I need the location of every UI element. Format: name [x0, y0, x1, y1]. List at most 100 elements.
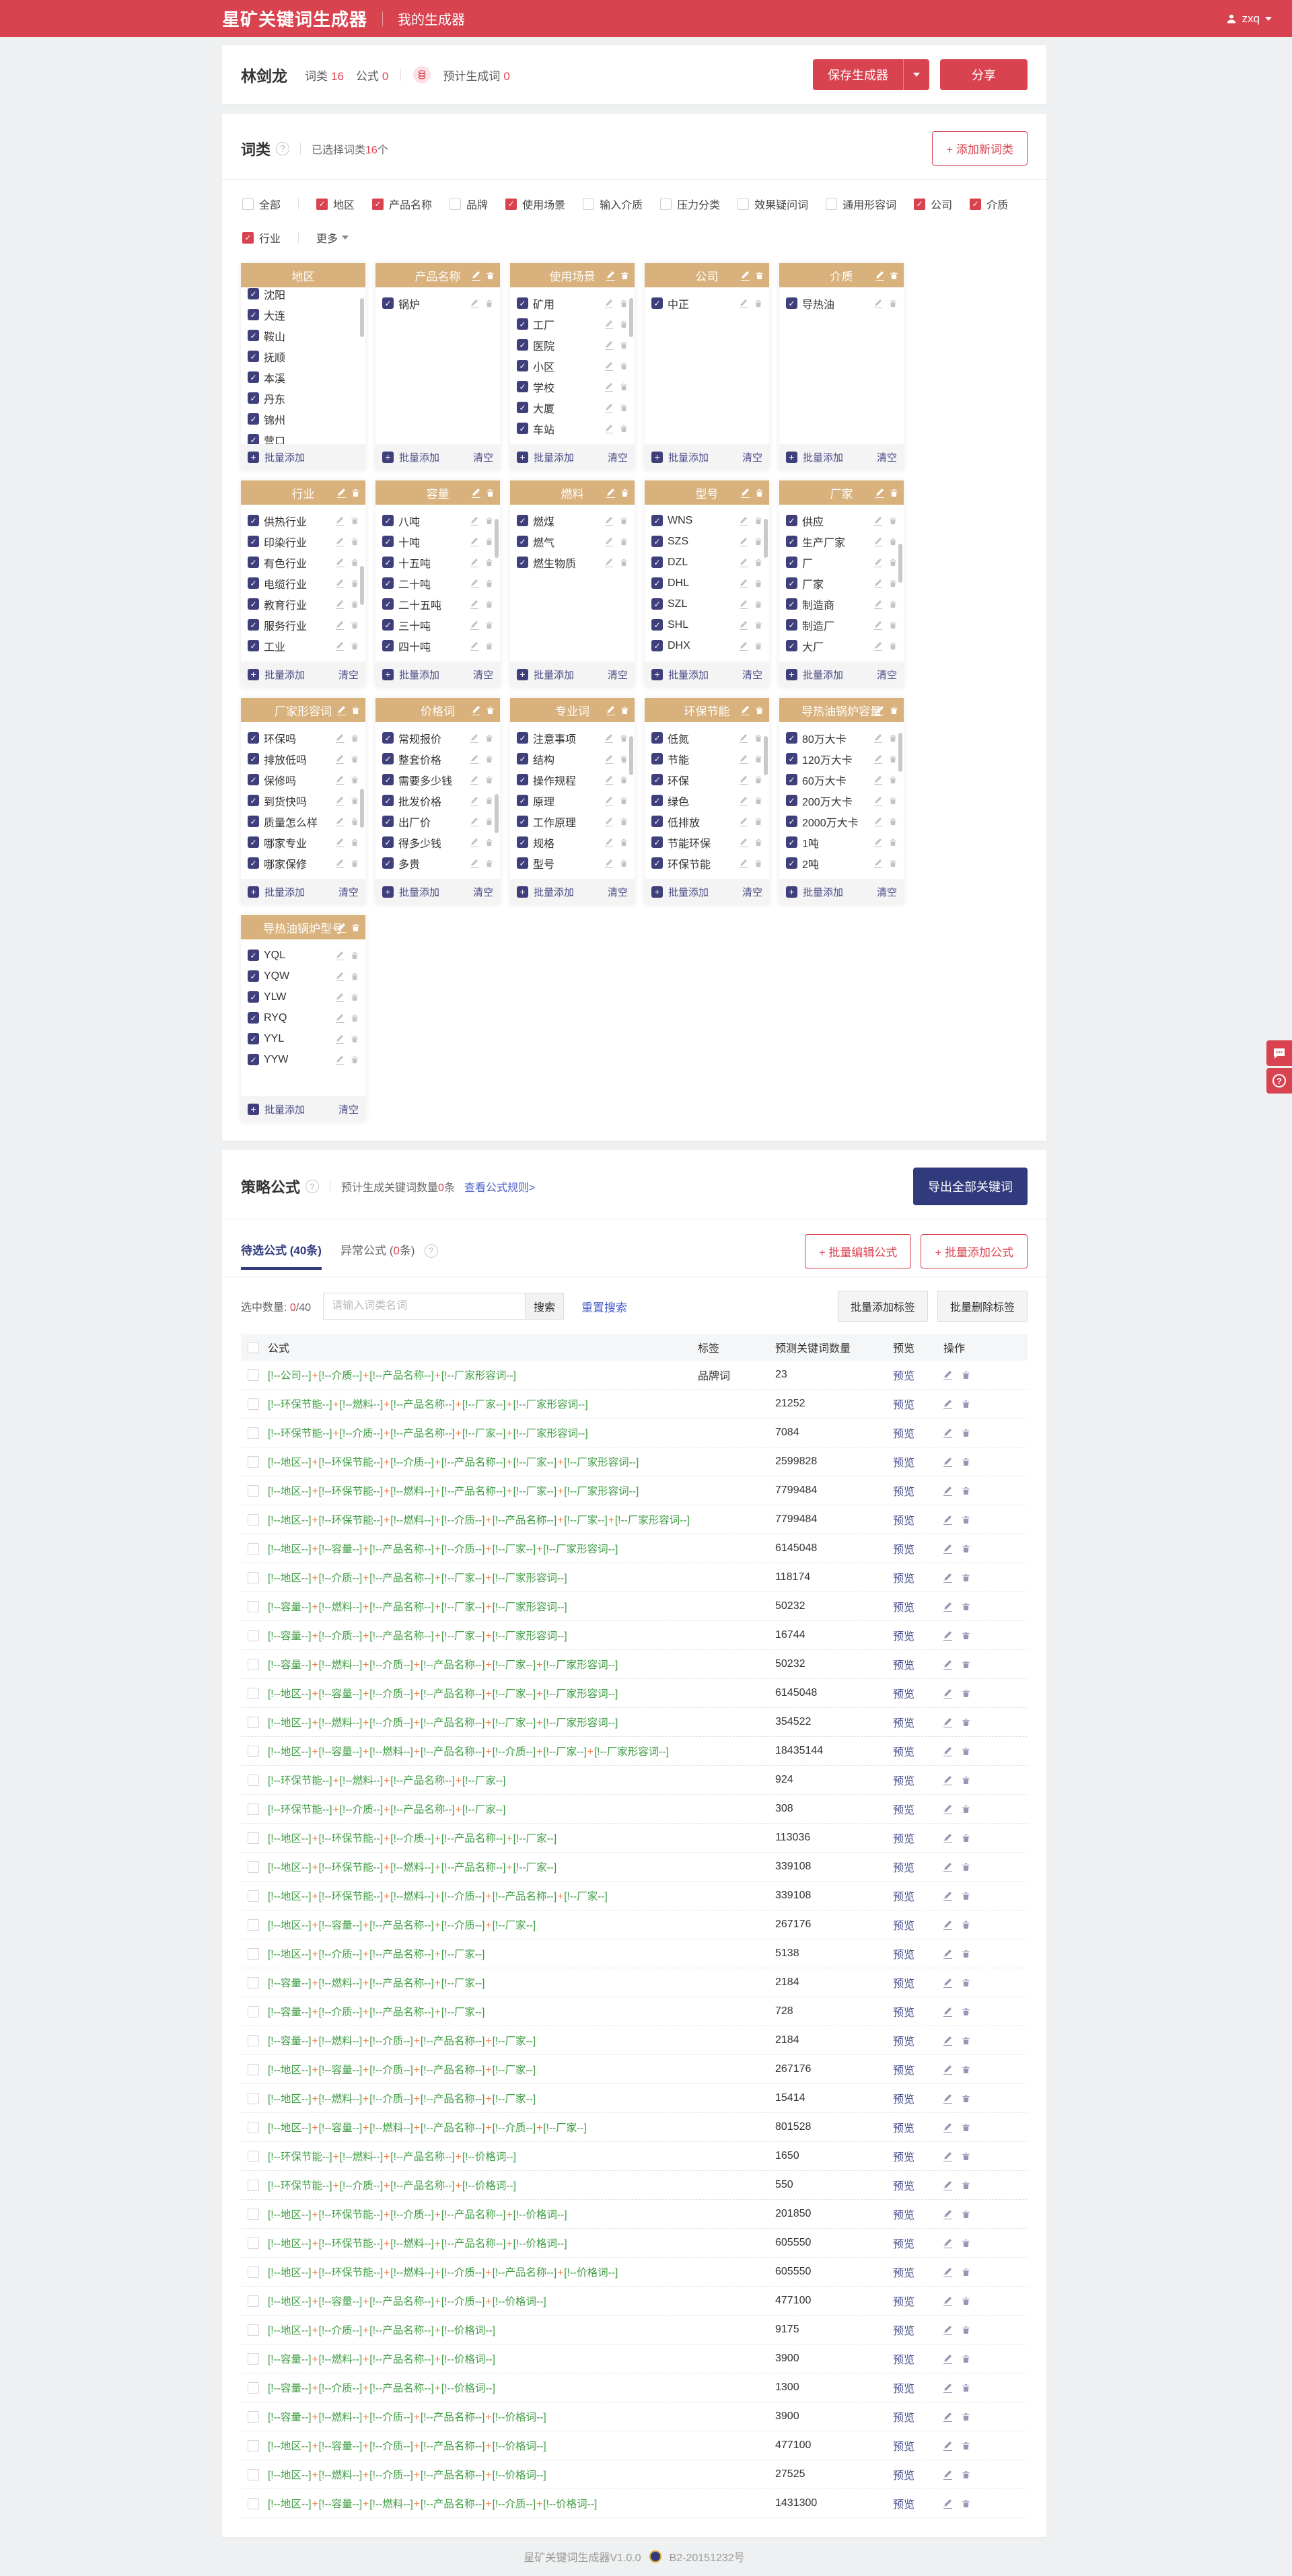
- edit-icon[interactable]: [605, 817, 613, 826]
- trash-icon[interactable]: [962, 1370, 970, 1380]
- edit-icon[interactable]: [470, 796, 478, 806]
- trash-icon[interactable]: [620, 382, 628, 392]
- row-checkbox[interactable]: [248, 1890, 259, 1902]
- edit-icon[interactable]: [943, 2209, 952, 2219]
- edit-icon[interactable]: [472, 705, 480, 715]
- edit-icon[interactable]: [470, 734, 478, 743]
- trash-icon[interactable]: [351, 951, 359, 960]
- trash-icon[interactable]: [889, 838, 897, 847]
- edit-icon[interactable]: [605, 537, 613, 546]
- row-checkbox[interactable]: [248, 1484, 259, 1497]
- row-checkbox[interactable]: [248, 2092, 259, 2104]
- save-generator-button[interactable]: 保存生成器: [813, 59, 929, 90]
- trash-icon[interactable]: [962, 2412, 970, 2422]
- row-checkbox[interactable]: [248, 2063, 259, 2075]
- nav-my-generator[interactable]: 我的生成器: [398, 9, 465, 28]
- trash-icon[interactable]: [351, 1034, 359, 1044]
- trash-icon[interactable]: [351, 1055, 359, 1065]
- trash-icon[interactable]: [962, 1573, 970, 1583]
- item-checkbox[interactable]: [517, 423, 528, 434]
- trash-icon[interactable]: [962, 1544, 970, 1554]
- checkbox-icon[interactable]: [372, 198, 384, 210]
- item-checkbox[interactable]: [517, 381, 528, 392]
- edit-icon[interactable]: [943, 1573, 952, 1583]
- scrollbar-thumb[interactable]: [495, 519, 499, 558]
- batch-add-button[interactable]: + 批量添加: [382, 450, 439, 464]
- edit-icon[interactable]: [606, 488, 615, 498]
- formula-rules-link[interactable]: 查看公式规则>: [464, 1178, 535, 1194]
- preview-link[interactable]: 预览: [893, 2264, 943, 2280]
- trash-icon[interactable]: [962, 1746, 970, 1756]
- preview-link[interactable]: 预览: [893, 1772, 943, 1788]
- edit-icon[interactable]: [874, 859, 882, 868]
- item-checkbox[interactable]: [248, 640, 259, 651]
- edit-icon[interactable]: [943, 2470, 952, 2480]
- item-checkbox[interactable]: [248, 557, 259, 568]
- item-checkbox[interactable]: [248, 950, 259, 961]
- edit-icon[interactable]: [943, 2499, 952, 2509]
- item-checkbox[interactable]: [382, 598, 394, 610]
- help-icon[interactable]: ?: [424, 1244, 438, 1258]
- trash-icon[interactable]: [754, 796, 762, 806]
- preview-link[interactable]: 预览: [893, 1830, 943, 1846]
- trash-icon[interactable]: [889, 600, 897, 609]
- trash-icon[interactable]: [754, 299, 762, 308]
- item-checkbox[interactable]: [651, 795, 663, 806]
- trash-icon[interactable]: [620, 775, 628, 785]
- batch-add-button[interactable]: + 批量添加: [651, 885, 709, 899]
- trash-icon[interactable]: [485, 299, 493, 308]
- edit-icon[interactable]: [336, 641, 344, 651]
- edit-icon[interactable]: [741, 271, 750, 281]
- edit-icon[interactable]: [943, 2180, 952, 2190]
- search-input[interactable]: [323, 1293, 526, 1320]
- trash-icon[interactable]: [962, 1891, 970, 1901]
- trash-icon[interactable]: [889, 775, 897, 785]
- edit-icon[interactable]: [943, 1688, 952, 1698]
- preview-link[interactable]: 预览: [893, 1511, 943, 1528]
- edit-icon[interactable]: [336, 600, 344, 609]
- edit-icon[interactable]: [605, 838, 613, 847]
- item-checkbox[interactable]: [382, 515, 394, 526]
- preview-link[interactable]: 预览: [893, 1454, 943, 1470]
- word-type-filter[interactable]: 品牌: [450, 196, 488, 212]
- trash-icon[interactable]: [351, 579, 359, 588]
- edit-icon[interactable]: [337, 923, 346, 933]
- user-menu[interactable]: zxq: [1226, 12, 1272, 26]
- item-checkbox[interactable]: [517, 836, 528, 848]
- edit-icon[interactable]: [943, 1920, 952, 1930]
- clear-button[interactable]: 清空: [608, 885, 628, 899]
- trash-icon[interactable]: [754, 516, 762, 526]
- item-checkbox[interactable]: [248, 515, 259, 526]
- edit-icon[interactable]: [605, 299, 613, 308]
- edit-icon[interactable]: [943, 1862, 952, 1872]
- trash-icon[interactable]: [962, 2441, 970, 2451]
- row-checkbox[interactable]: [248, 1513, 259, 1526]
- word-type-filter[interactable]: 介质: [970, 196, 1008, 212]
- edit-icon[interactable]: [336, 796, 344, 806]
- help-icon[interactable]: ?: [306, 1180, 320, 1193]
- trash-icon[interactable]: [351, 754, 359, 764]
- item-checkbox[interactable]: [786, 619, 797, 631]
- item-checkbox[interactable]: [382, 640, 394, 651]
- item-checkbox[interactable]: [248, 413, 259, 425]
- edit-icon[interactable]: [943, 2122, 952, 2133]
- scrollbar-thumb[interactable]: [898, 544, 902, 583]
- checkbox-icon[interactable]: [242, 198, 254, 210]
- edit-icon[interactable]: [336, 951, 344, 960]
- item-checkbox[interactable]: [786, 774, 797, 785]
- item-checkbox[interactable]: [248, 857, 259, 869]
- trash-icon[interactable]: [351, 993, 359, 1002]
- preview-link[interactable]: 预览: [893, 1482, 943, 1499]
- edit-icon[interactable]: [470, 838, 478, 847]
- item-checkbox[interactable]: [517, 732, 528, 744]
- edit-icon[interactable]: [605, 424, 613, 433]
- scrollbar-thumb[interactable]: [360, 566, 364, 605]
- edit-icon[interactable]: [874, 299, 882, 308]
- trash-icon[interactable]: [889, 299, 897, 308]
- edit-icon[interactable]: [740, 796, 748, 806]
- preview-link[interactable]: 预览: [893, 1714, 943, 1730]
- row-checkbox[interactable]: [248, 1687, 259, 1699]
- trash-icon[interactable]: [485, 754, 493, 764]
- edit-icon[interactable]: [943, 1978, 952, 1988]
- item-checkbox[interactable]: [517, 339, 528, 351]
